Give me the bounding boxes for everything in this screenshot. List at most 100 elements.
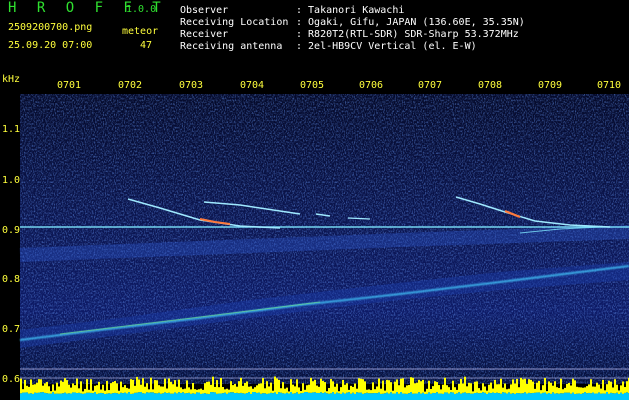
power-bar-base (154, 393, 156, 400)
power-bar-peak (372, 382, 374, 394)
power-bar-base (178, 392, 180, 400)
power-bar-base (568, 392, 570, 400)
power-bar-base (378, 392, 380, 400)
power-bar-base (74, 392, 76, 400)
power-bar-base (270, 392, 272, 400)
power-bar-peak (318, 386, 320, 393)
power-bar-base (410, 392, 412, 400)
power-bar-peak (532, 381, 534, 393)
power-bar-peak (232, 385, 234, 393)
power-bar-base (84, 393, 86, 400)
power-bar-peak (492, 388, 494, 393)
power-bar-peak (92, 390, 94, 394)
power-bar-peak (542, 385, 544, 393)
power-bar-peak (328, 388, 330, 394)
power-bar-peak (612, 387, 614, 394)
power-bar-peak (280, 388, 282, 393)
power-bar-base (278, 392, 280, 400)
power-bar-base (244, 393, 246, 400)
power-bar-base (302, 392, 304, 400)
power-bar-peak (62, 381, 64, 394)
power-bar-base (460, 393, 462, 400)
power-bar-base (394, 393, 396, 400)
power-bar-base (68, 393, 70, 400)
power-bar-base (552, 392, 554, 400)
power-bar-peak (344, 384, 346, 394)
power-bar-base (600, 393, 602, 400)
power-bar-base (256, 392, 258, 400)
power-bar-peak (596, 382, 598, 394)
power-bar-peak (574, 380, 576, 394)
power-bar-base (408, 393, 410, 400)
power-bar-base (406, 393, 408, 400)
power-bar-base (174, 392, 176, 400)
power-bar-base (272, 393, 274, 400)
power-bar-base (312, 392, 314, 400)
power-bar-base (58, 393, 60, 400)
power-bar-peak (208, 381, 210, 394)
power-bar-peak (564, 387, 566, 393)
power-bar-base (530, 393, 532, 400)
power-bar-peak (388, 380, 390, 394)
power-bar-base (582, 393, 584, 400)
power-bar-base (570, 393, 572, 400)
power-bar-peak (452, 380, 454, 393)
power-bar-base (156, 393, 158, 400)
power-bar-base (422, 392, 424, 400)
power-bar-peak (118, 390, 120, 394)
power-bar-base (316, 392, 318, 400)
power-bar-peak (506, 389, 508, 394)
power-bar-base (506, 393, 508, 400)
power-bar-peak (582, 387, 584, 394)
power-bar-peak (84, 388, 86, 394)
power-bar-peak (90, 379, 92, 393)
power-bar-base (198, 392, 200, 400)
power-bar-peak (56, 382, 58, 394)
power-bar-peak (202, 389, 204, 394)
power-bar-peak (314, 379, 316, 393)
power-bar-base (102, 393, 104, 400)
power-bar-base (584, 392, 586, 400)
power-bar-peak (516, 379, 518, 394)
power-bar-peak (378, 378, 380, 393)
power-bar-peak (230, 381, 232, 393)
power-bar-base (624, 392, 626, 400)
power-bar-peak (544, 378, 546, 393)
power-bar-peak (82, 391, 84, 394)
power-bar-peak (460, 378, 462, 394)
power-bar-peak (368, 389, 370, 394)
power-bar-peak (220, 378, 222, 394)
power-bar-peak (538, 380, 540, 393)
power-bar-peak (238, 381, 240, 394)
power-bar-base (28, 393, 30, 400)
power-bar-base (420, 393, 422, 400)
power-bar-peak (302, 383, 304, 393)
power-bar-peak (444, 377, 446, 393)
power-bar-peak (498, 384, 500, 394)
power-bar-peak (352, 386, 354, 393)
power-bar-base (162, 393, 164, 400)
power-bar-base (338, 393, 340, 400)
power-bar-base (308, 392, 310, 400)
power-bar-peak (88, 389, 90, 393)
power-bar-base (292, 393, 294, 400)
power-bar-peak (358, 378, 360, 393)
power-bar-peak (170, 381, 172, 394)
power-bar-base (382, 393, 384, 400)
power-bar-base (498, 393, 500, 400)
power-bar-base (158, 392, 160, 400)
power-bar-base (366, 392, 368, 400)
power-bar-peak (348, 389, 350, 393)
power-bar-base (334, 393, 336, 400)
power-bar-base (414, 393, 416, 400)
power-bar-peak (296, 379, 298, 393)
power-bar-base (286, 392, 288, 400)
power-bar-base (118, 393, 120, 400)
power-bar-peak (476, 381, 478, 393)
power-bar-peak (58, 386, 60, 394)
power-bar-peak (402, 378, 404, 394)
power-bar-peak (600, 388, 602, 394)
power-bar-peak (94, 385, 96, 393)
power-bar-peak (72, 383, 74, 393)
power-bar-peak (282, 382, 284, 394)
